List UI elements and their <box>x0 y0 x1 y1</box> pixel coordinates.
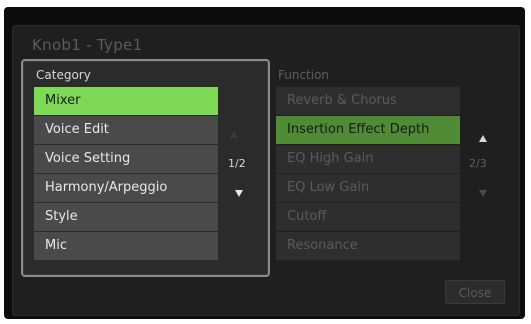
category-item-style[interactable]: Style <box>34 203 218 231</box>
function-item-eq-low-gain[interactable]: EQ Low Gain <box>276 174 460 202</box>
function-page-indicator: 2/3 <box>469 157 487 170</box>
function-page-up-icon[interactable] <box>479 135 487 142</box>
function-item-reverb-chorus[interactable]: Reverb & Chorus <box>276 87 460 115</box>
screenshot-frame: Knob1 - Type1 Category Mixer Voice Edit … <box>0 0 531 324</box>
function-item-insertion-effect-depth[interactable]: Insertion Effect Depth <box>276 116 460 144</box>
dialog-title: Knob1 - Type1 <box>32 36 143 54</box>
category-page-indicator: 1/2 <box>228 157 246 170</box>
category-page-up-icon[interactable] <box>230 131 238 138</box>
category-item-harmony-arpeggio[interactable]: Harmony/Arpeggio <box>34 174 218 202</box>
function-item-cutoff[interactable]: Cutoff <box>276 203 460 231</box>
category-item-voice-edit[interactable]: Voice Edit <box>34 116 218 144</box>
close-button[interactable]: Close <box>445 280 505 304</box>
category-item-mixer[interactable]: Mixer <box>34 87 218 115</box>
category-label: Category <box>36 68 91 82</box>
function-list: Reverb & Chorus Insertion Effect Depth E… <box>276 87 460 261</box>
function-item-eq-high-gain[interactable]: EQ High Gain <box>276 145 460 173</box>
category-item-mic[interactable]: Mic <box>34 232 218 260</box>
function-page-down-icon[interactable] <box>479 190 487 197</box>
function-label: Function <box>278 68 330 82</box>
function-item-resonance[interactable]: Resonance <box>276 232 460 260</box>
category-list: Mixer Voice Edit Voice Setting Harmony/A… <box>34 87 218 261</box>
category-item-voice-setting[interactable]: Voice Setting <box>34 145 218 173</box>
category-page-down-icon[interactable] <box>235 190 243 197</box>
